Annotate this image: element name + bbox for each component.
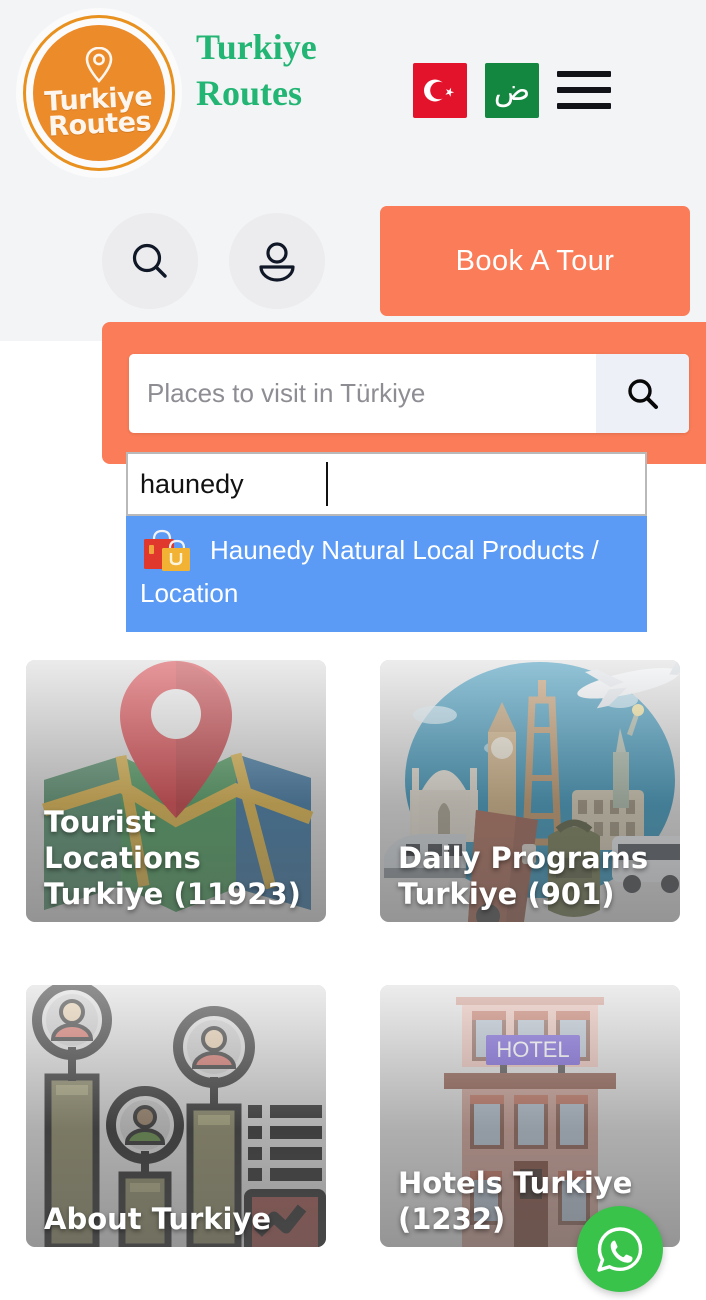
- autocomplete-popup: Haunedy Natural Local Products / Locatio…: [126, 452, 647, 632]
- hamburger-bar-2: [557, 87, 611, 93]
- whatsapp-icon: [597, 1227, 643, 1272]
- turkish-flag-icon[interactable]: [413, 63, 467, 118]
- search-icon-button[interactable]: [102, 213, 198, 309]
- autocomplete-option-label: Haunedy Natural Local Products / Locatio…: [140, 535, 599, 608]
- user-account-button[interactable]: [229, 213, 325, 309]
- search-icon: [132, 243, 167, 278]
- search-icon: [627, 378, 658, 409]
- search-bar: [129, 354, 689, 433]
- shopping-bags-icon: [140, 529, 202, 573]
- whatsapp-chat-button[interactable]: [577, 1206, 663, 1292]
- site-logo[interactable]: Turkiye Routes: [16, 8, 182, 178]
- crescent-star-glyph: [424, 79, 455, 102]
- location-pin-icon: [85, 47, 113, 83]
- card-title: Daily Programs Turkiye (901): [398, 841, 649, 911]
- card-tourist-locations[interactable]: Tourist Locations Turkiye (11923): [26, 660, 326, 922]
- text-cursor: [326, 462, 328, 506]
- card-daily-programs[interactable]: Daily Programs Turkiye (901): [380, 660, 680, 922]
- search-submit-button[interactable]: [596, 354, 689, 433]
- user-account-icon: [259, 242, 295, 282]
- autocomplete-option-0[interactable]: Haunedy Natural Local Products / Locatio…: [126, 516, 647, 632]
- search-panel: [102, 322, 706, 464]
- autocomplete-input-box: [126, 452, 647, 516]
- card-title: About Turkiye: [44, 1202, 272, 1236]
- hamburger-bar-3: [557, 103, 611, 109]
- logo-wordmark: Turkiye Routes: [32, 81, 166, 143]
- book-a-tour-button[interactable]: Book A Tour: [380, 206, 690, 316]
- autocomplete-list: Haunedy Natural Local Products / Locatio…: [126, 516, 647, 632]
- brand-title: Turkiye Routes: [196, 27, 317, 113]
- arabic-language-icon[interactable]: ض: [485, 63, 539, 118]
- card-title: Tourist Locations Turkiye (11923): [44, 805, 301, 911]
- logo-line-2: Routes: [47, 106, 152, 143]
- search-input[interactable]: [129, 354, 596, 433]
- hamburger-bar-1: [557, 71, 611, 77]
- logo-inner-disc: Turkiye Routes: [33, 25, 165, 161]
- autocomplete-input[interactable]: [128, 468, 645, 500]
- hamburger-menu-icon[interactable]: [557, 65, 611, 115]
- card-about-turkiye[interactable]: About Turkiye: [26, 985, 326, 1247]
- page-root: Turkiye Routes Turkiye Routes ض Book A T…: [0, 0, 706, 1300]
- card-hotels[interactable]: HOTEL: [380, 985, 680, 1247]
